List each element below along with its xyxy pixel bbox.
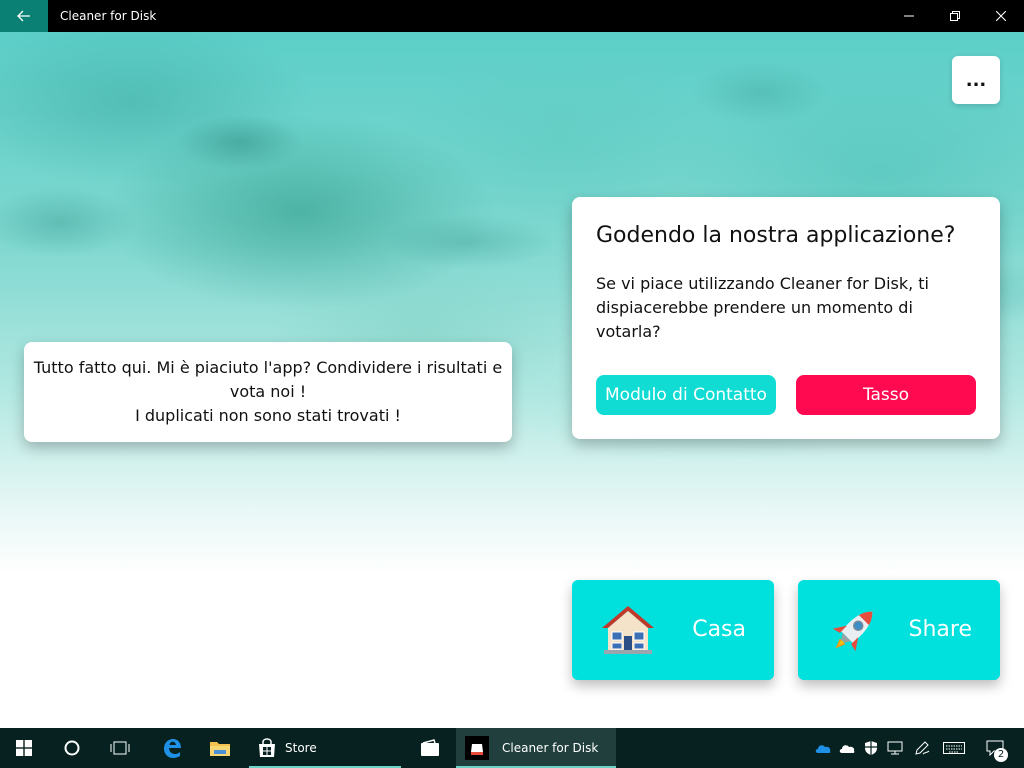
start-button[interactable] xyxy=(0,728,48,768)
close-button[interactable] xyxy=(978,0,1024,32)
title-bar: Cleaner for Disk xyxy=(0,0,1024,32)
minimize-button[interactable] xyxy=(886,0,932,32)
cortana-button[interactable] xyxy=(48,728,96,768)
pen-tray[interactable] xyxy=(910,728,934,768)
shield-icon xyxy=(865,741,877,755)
close-icon xyxy=(996,11,1006,21)
wallet-icon xyxy=(421,739,439,756)
more-options-button[interactable]: ... xyxy=(952,56,1000,104)
minimize-icon xyxy=(904,15,914,17)
edge-button[interactable] xyxy=(148,728,196,768)
restore-icon xyxy=(950,11,960,21)
result-message-card: Tutto fatto qui. Mi è piaciuto l'app? Co… xyxy=(24,342,512,442)
cloud-icon xyxy=(839,745,855,753)
back-button[interactable] xyxy=(0,0,48,32)
cloud-tray[interactable] xyxy=(836,728,858,768)
onedrive-tray[interactable] xyxy=(812,728,834,768)
defender-tray[interactable] xyxy=(860,728,882,768)
rate-button[interactable]: Tasso xyxy=(796,375,976,415)
rocket-icon xyxy=(832,611,873,652)
taskbar-cleaner-for-disk[interactable]: Cleaner for Disk xyxy=(456,728,616,768)
taskbar-store[interactable]: Store xyxy=(249,728,401,768)
rate-dialog: Godendo la nostra applicazione? Se vi pi… xyxy=(572,197,1000,439)
contact-form-button[interactable]: Modulo di Contatto xyxy=(596,375,776,415)
home-button-label: Casa xyxy=(692,617,746,642)
file-explorer-button[interactable] xyxy=(196,728,244,768)
taskbar-cleaner-label: Cleaner for Disk xyxy=(502,741,599,755)
back-arrow-icon xyxy=(17,10,30,22)
house-icon xyxy=(602,606,654,654)
wallet-button[interactable] xyxy=(408,728,452,768)
action-center-button[interactable]: 2 xyxy=(978,728,1012,768)
onedrive-cloud-icon xyxy=(815,745,831,753)
keyboard-icon xyxy=(943,742,965,754)
network-tray[interactable] xyxy=(884,728,906,768)
cortana-circle-icon xyxy=(64,740,80,756)
network-icon xyxy=(887,741,903,755)
task-view-button[interactable] xyxy=(96,728,144,768)
taskbar: Store Cleaner for Disk 2 xyxy=(0,728,1024,768)
rate-dialog-body: Se vi piace utilizzando Cleaner for Disk… xyxy=(596,274,929,341)
taskbar-store-label: Store xyxy=(285,741,317,755)
cleaner-app-icon xyxy=(465,736,489,760)
task-view-icon xyxy=(110,741,130,755)
store-bag-icon xyxy=(259,738,275,757)
result-message-text: Tutto fatto qui. Mi è piaciuto l'app? Co… xyxy=(33,358,503,425)
folder-icon xyxy=(210,742,230,756)
notification-count-badge: 2 xyxy=(994,748,1008,762)
app-content: ... Tutto fatto qui. Mi è piaciuto l'app… xyxy=(0,32,1024,728)
restore-button[interactable] xyxy=(932,0,978,32)
share-button-label: Share xyxy=(908,617,973,642)
share-button[interactable]: Share xyxy=(798,580,1000,680)
rate-dialog-title: Godendo la nostra applicazione? xyxy=(596,223,956,248)
pen-icon xyxy=(915,741,930,755)
keyboard-tray[interactable] xyxy=(940,728,968,768)
windows-logo-icon xyxy=(16,740,32,756)
edge-browser-icon xyxy=(164,739,181,758)
window-title: Cleaner for Disk xyxy=(60,9,157,23)
home-button[interactable]: Casa xyxy=(572,580,774,680)
